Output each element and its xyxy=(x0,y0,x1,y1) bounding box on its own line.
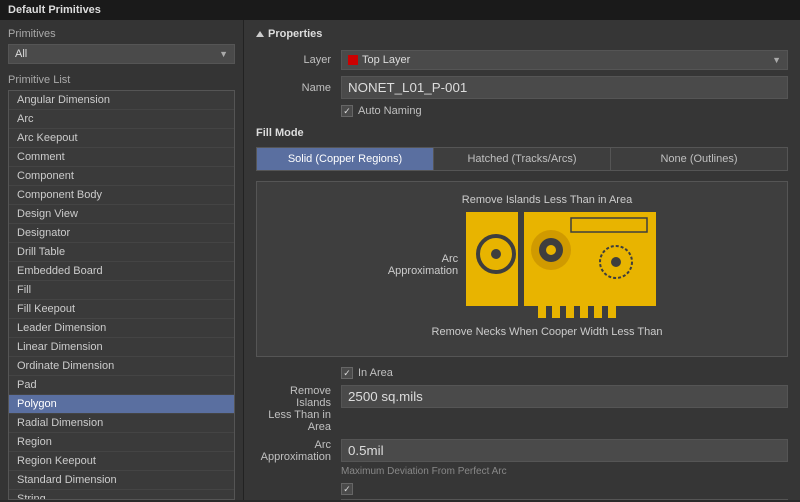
arc-approx-hint: Maximum Deviation From Perfect Arc xyxy=(341,466,788,477)
remove-necks-checkbox[interactable]: ✓ xyxy=(341,483,353,495)
list-item[interactable]: Fill Keepout xyxy=(9,300,234,319)
preview-label-islands: Remove Islands Less Than in Area xyxy=(462,194,632,206)
list-item[interactable]: Pad xyxy=(9,376,234,395)
name-input[interactable] xyxy=(341,76,788,99)
primitives-filter-value: All xyxy=(15,48,27,60)
remove-islands-label: Remove IslandsLess Than in Area xyxy=(256,385,341,433)
list-item[interactable]: Leader Dimension xyxy=(9,319,234,338)
properties-header-label: Properties xyxy=(268,28,322,40)
list-item[interactable]: Design View xyxy=(9,205,234,224)
titlebar: Default Primitives xyxy=(0,0,800,20)
auto-naming-checkbox[interactable]: ✓ xyxy=(341,105,353,117)
in-area-label: In Area xyxy=(358,367,393,379)
remove-necks-label: Remove NecksWhen CopperWidth Less Than xyxy=(256,499,341,500)
list-item[interactable]: Designator xyxy=(9,224,234,243)
properties-header: Properties xyxy=(256,28,788,40)
list-item[interactable]: Polygon xyxy=(9,395,234,414)
primitive-list-label: Primitive List xyxy=(8,74,235,86)
list-item[interactable]: Component xyxy=(9,167,234,186)
layer-value: Top Layer xyxy=(348,54,410,66)
fillmode-header: Fill Mode xyxy=(256,127,788,139)
primitives-filter-dropdown[interactable]: All ▼ xyxy=(8,44,235,64)
auto-naming-label: Auto Naming xyxy=(358,105,422,117)
list-item[interactable]: Component Body xyxy=(9,186,234,205)
arc-approx-input[interactable] xyxy=(341,439,788,462)
list-item[interactable]: Linear Dimension xyxy=(9,338,234,357)
list-item[interactable]: Radial Dimension xyxy=(9,414,234,433)
pcb-illustration xyxy=(466,212,656,318)
list-item[interactable]: Region xyxy=(9,433,234,452)
properties-panel: Properties Layer Top Layer ▼ Name ✓ Auto… xyxy=(244,20,800,500)
remove-necks-input[interactable] xyxy=(341,499,788,500)
primitives-label: Primitives xyxy=(8,28,235,40)
preview-label-necks: Remove Necks When Cooper Width Less Than xyxy=(432,326,663,338)
list-item[interactable]: Region Keepout xyxy=(9,452,234,471)
chevron-down-icon: ▼ xyxy=(772,55,781,65)
tab-hatched[interactable]: Hatched (Tracks/Arcs) xyxy=(434,148,611,170)
expand-icon xyxy=(256,31,264,37)
arc-approx-label: ArcApproximation xyxy=(256,439,341,463)
primitive-list[interactable]: Angular DimensionArcArc KeepoutCommentCo… xyxy=(8,90,235,500)
chevron-down-icon: ▼ xyxy=(219,49,228,59)
fill-preview: Remove Islands Less Than in Area ArcAppr… xyxy=(256,181,788,357)
preview-label-arc: ArcApproximation xyxy=(388,253,458,277)
list-item[interactable]: Fill xyxy=(9,281,234,300)
layer-color-swatch xyxy=(348,55,358,65)
list-item[interactable]: Arc xyxy=(9,110,234,129)
list-item[interactable]: Embedded Board xyxy=(9,262,234,281)
in-area-checkbox[interactable]: ✓ xyxy=(341,367,353,379)
remove-islands-input[interactable] xyxy=(341,385,788,408)
main-content: Primitives All ▼ Primitive List Angular … xyxy=(0,20,800,500)
list-item[interactable]: Angular Dimension xyxy=(9,91,234,110)
layer-label: Layer xyxy=(256,54,341,66)
list-item[interactable]: Ordinate Dimension xyxy=(9,357,234,376)
layer-select[interactable]: Top Layer ▼ xyxy=(341,50,788,70)
list-item[interactable]: Standard Dimension xyxy=(9,471,234,490)
list-item[interactable]: Arc Keepout xyxy=(9,129,234,148)
tab-solid[interactable]: Solid (Copper Regions) xyxy=(257,148,434,170)
list-item[interactable]: Drill Table xyxy=(9,243,234,262)
tab-none[interactable]: None (Outlines) xyxy=(611,148,787,170)
left-panel: Primitives All ▼ Primitive List Angular … xyxy=(0,20,244,500)
list-item[interactable]: Comment xyxy=(9,148,234,167)
list-item[interactable]: String xyxy=(9,490,234,500)
name-label: Name xyxy=(256,82,341,94)
fillmode-tabs: Solid (Copper Regions) Hatched (Tracks/A… xyxy=(256,147,788,171)
